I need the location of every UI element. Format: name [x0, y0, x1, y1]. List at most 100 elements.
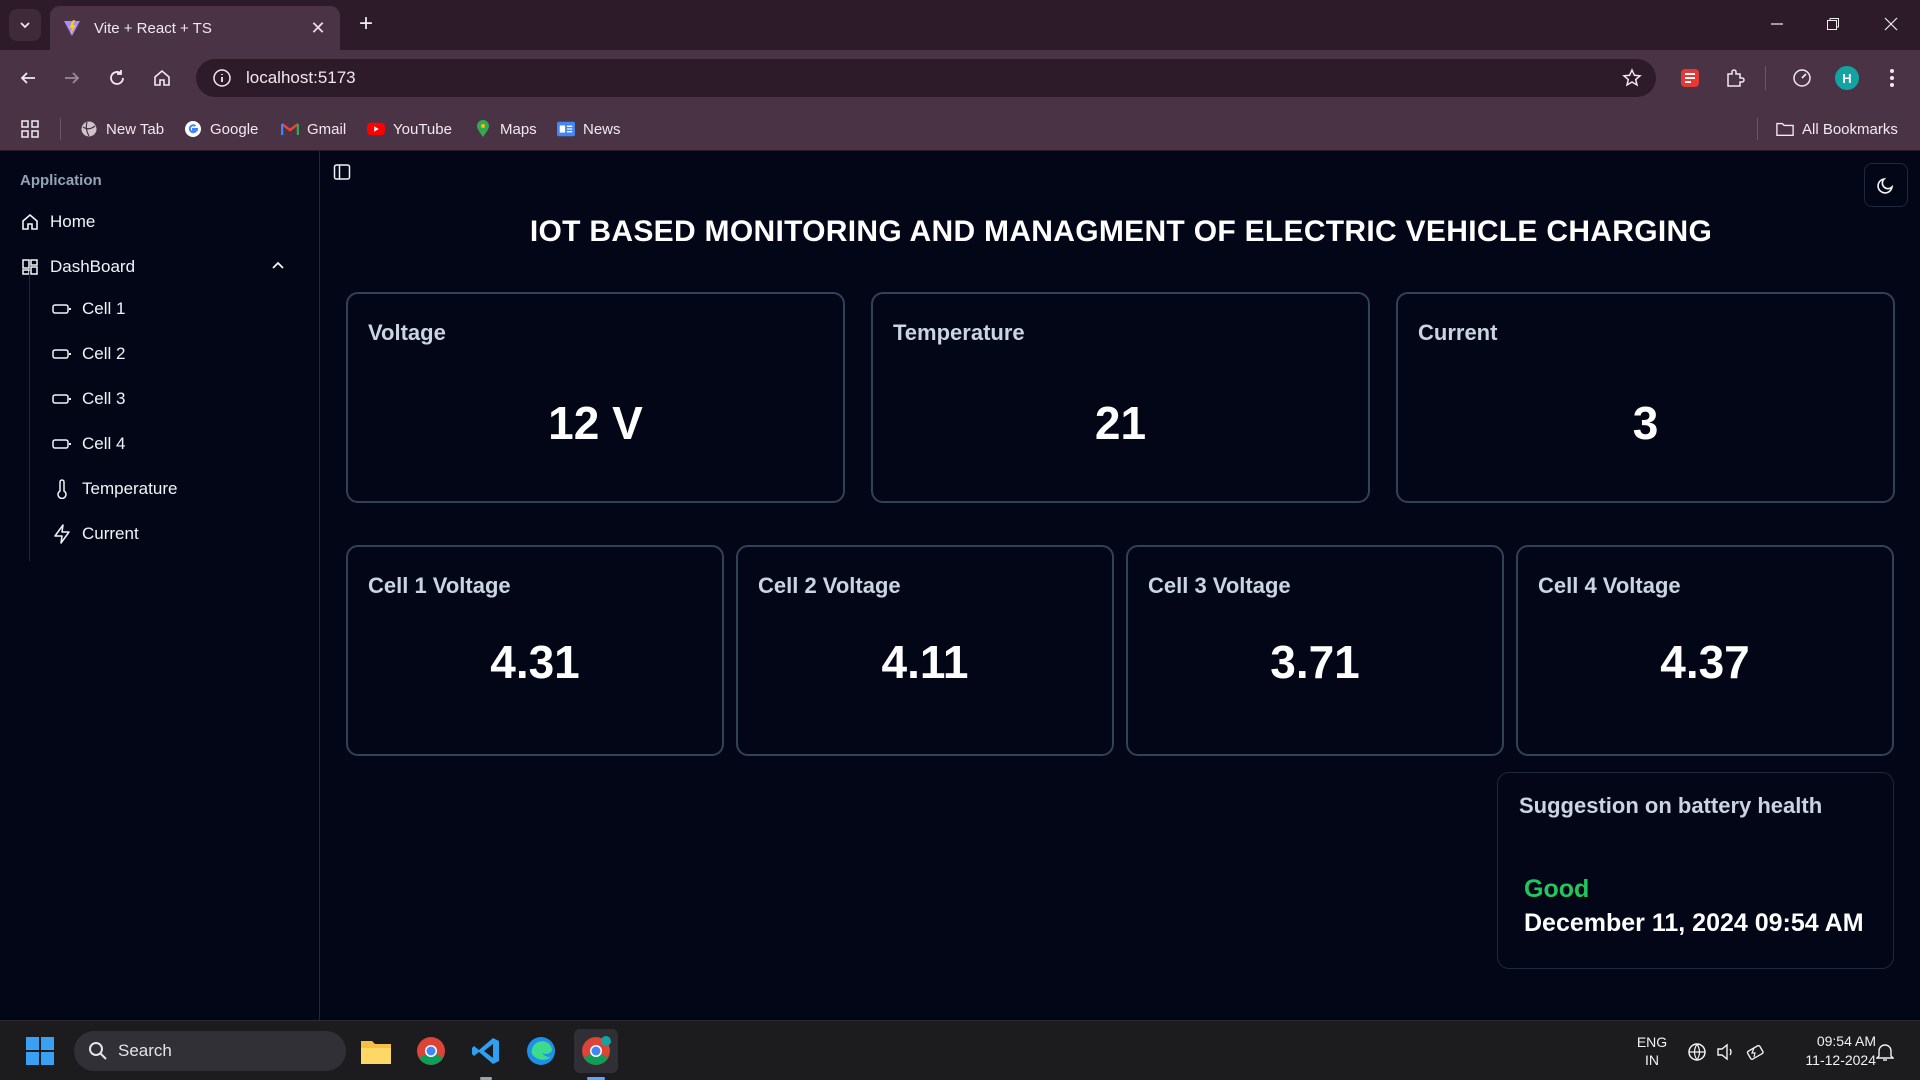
avatar: H — [1835, 66, 1859, 90]
apps-grid-icon — [21, 120, 39, 138]
restore-window-button[interactable] — [1813, 10, 1853, 38]
chevron-down-icon — [20, 22, 30, 29]
close-tab-icon[interactable]: ✕ — [308, 18, 328, 39]
taskbar-edge[interactable] — [519, 1029, 563, 1073]
bookmark-google[interactable]: Google — [184, 116, 258, 142]
temperature-card: Temperature 21 — [871, 292, 1370, 503]
sidebar-item-home[interactable]: Home — [10, 203, 302, 241]
performance-button[interactable] — [1786, 62, 1818, 94]
forward-button[interactable] — [56, 62, 88, 94]
cell-1-voltage-card: Cell 1 Voltage 4.31 — [346, 545, 724, 756]
battery-health-status: Good — [1524, 875, 1590, 903]
back-button[interactable] — [12, 62, 44, 94]
start-button[interactable] — [18, 1029, 62, 1073]
arrow-left-icon — [20, 72, 35, 84]
sidebar-item-cell-3[interactable]: Cell 3 — [42, 381, 302, 417]
sidebar-item-dashboard[interactable]: DashBoard — [10, 248, 302, 286]
url-text[interactable]: localhost:5173 — [246, 68, 356, 88]
home-button[interactable] — [146, 62, 178, 94]
card-label: Cell 4 Voltage — [1538, 573, 1681, 598]
bookmark-news[interactable]: News — [557, 116, 621, 142]
tab-search-button[interactable] — [9, 9, 41, 41]
taskbar-chrome[interactable] — [409, 1029, 453, 1073]
folder-icon — [1776, 120, 1794, 138]
reload-button[interactable] — [101, 62, 133, 94]
extension-app-icon — [1681, 69, 1699, 87]
bookmark-maps[interactable]: Maps — [474, 116, 537, 142]
card-value: 3.71 — [1270, 636, 1360, 688]
language-indicator[interactable]: ENG IN — [1630, 1033, 1674, 1069]
vite-logo-icon — [64, 20, 80, 36]
suggestion-label: Suggestion on battery health — [1519, 793, 1823, 818]
moon-icon — [1877, 177, 1894, 194]
zap-icon — [52, 524, 72, 544]
reload-icon — [110, 70, 124, 85]
minimize-window-button[interactable] — [1757, 10, 1797, 38]
bookmark-star-icon[interactable] — [1622, 68, 1642, 88]
bookmark-youtube[interactable]: YouTube — [367, 116, 452, 142]
submenu-guide-line — [29, 271, 30, 561]
taskbar-file-explorer[interactable] — [354, 1029, 398, 1073]
card-label: Current — [1418, 320, 1498, 345]
windows-taskbar: Search ENG IN 09:54 AM 11-12-2024 — [0, 1020, 1920, 1080]
bookmarks-divider — [60, 118, 61, 140]
taskbar-chrome-profile[interactable] — [574, 1029, 618, 1073]
bookmark-label: Maps — [500, 120, 537, 138]
sidebar-item-label: Home — [50, 212, 96, 231]
card-value: 4.11 — [881, 636, 969, 688]
browser-tab[interactable]: Vite + React + TS ✕ — [50, 6, 340, 50]
edge-icon — [527, 1037, 555, 1065]
all-bookmarks-button[interactable]: All Bookmarks — [1776, 116, 1898, 142]
notification-bell-icon[interactable] — [1874, 1041, 1896, 1063]
puzzle-icon — [1727, 69, 1745, 87]
chrome-icon — [582, 1036, 611, 1065]
home-icon — [154, 69, 170, 86]
more-vertical-icon — [1890, 69, 1894, 87]
bookmark-gmail[interactable]: Gmail — [281, 116, 346, 142]
sidebar-item-cell-2[interactable]: Cell 2 — [42, 336, 302, 372]
chevron-up-icon[interactable] — [270, 258, 286, 274]
sidebar-item-label: Cell 4 — [82, 434, 126, 453]
theme-toggle-button[interactable] — [1864, 163, 1908, 207]
bookmark-new-tab[interactable]: New Tab — [80, 116, 164, 142]
taskbar-clock[interactable]: 09:54 AM 11-12-2024 — [1780, 1032, 1876, 1070]
search-icon — [88, 1041, 108, 1061]
volume-icon[interactable] — [1715, 1041, 1737, 1063]
google-icon — [184, 120, 202, 138]
sidebar-item-label: DashBoard — [50, 257, 136, 276]
close-window-button[interactable] — [1871, 10, 1911, 38]
vscode-icon — [472, 1038, 499, 1064]
sidebar-item-label: Cell 2 — [82, 344, 126, 363]
taskbar-search-box[interactable]: Search — [74, 1031, 346, 1071]
folder-icon — [361, 1041, 391, 1064]
profile-button[interactable]: H — [1831, 62, 1863, 94]
battery-charging-icon[interactable] — [1745, 1041, 1767, 1063]
new-tab-button[interactable]: + — [352, 11, 380, 39]
suggestion-timestamp: December 11, 2024 09:54 AM — [1524, 909, 1864, 937]
sidebar-item-current[interactable]: Current — [42, 516, 302, 552]
extensions-menu-button[interactable] — [1719, 62, 1751, 94]
card-value: 4.31 — [490, 636, 580, 688]
tab-title: Vite + React + TS — [94, 19, 212, 37]
sidebar-item-label: Current — [82, 524, 139, 543]
youtube-icon — [367, 120, 385, 138]
card-label: Cell 2 Voltage — [758, 573, 901, 598]
site-info-icon[interactable] — [212, 68, 232, 88]
sidebar-item-label: Cell 3 — [82, 389, 126, 408]
voltage-card: Voltage 12 V — [346, 292, 845, 503]
taskbar-vscode[interactable] — [464, 1029, 508, 1073]
network-icon[interactable] — [1686, 1041, 1708, 1063]
sidebar-item-cell-1[interactable]: Cell 1 — [42, 291, 302, 327]
sidebar-item-temperature[interactable]: Temperature — [42, 471, 302, 507]
sidebar-item-cell-4[interactable]: Cell 4 — [42, 426, 302, 462]
apps-button[interactable] — [20, 116, 40, 142]
sidebar-toggle-button[interactable] — [328, 158, 356, 186]
page-title: IOT BASED MONITORING AND MANAGMENT OF EL… — [529, 215, 1713, 248]
extension-button[interactable] — [1674, 62, 1706, 94]
avatar-initial: H — [1842, 70, 1852, 86]
clock-time: 09:54 AM — [1816, 1033, 1876, 1049]
dashboard-main: IOT BASED MONITORING AND MANAGMENT OF EL… — [321, 151, 1920, 1020]
browser-menu-button[interactable] — [1876, 62, 1908, 94]
bookmarks-divider — [1757, 118, 1758, 140]
address-bar[interactable]: localhost:5173 — [196, 59, 1656, 97]
